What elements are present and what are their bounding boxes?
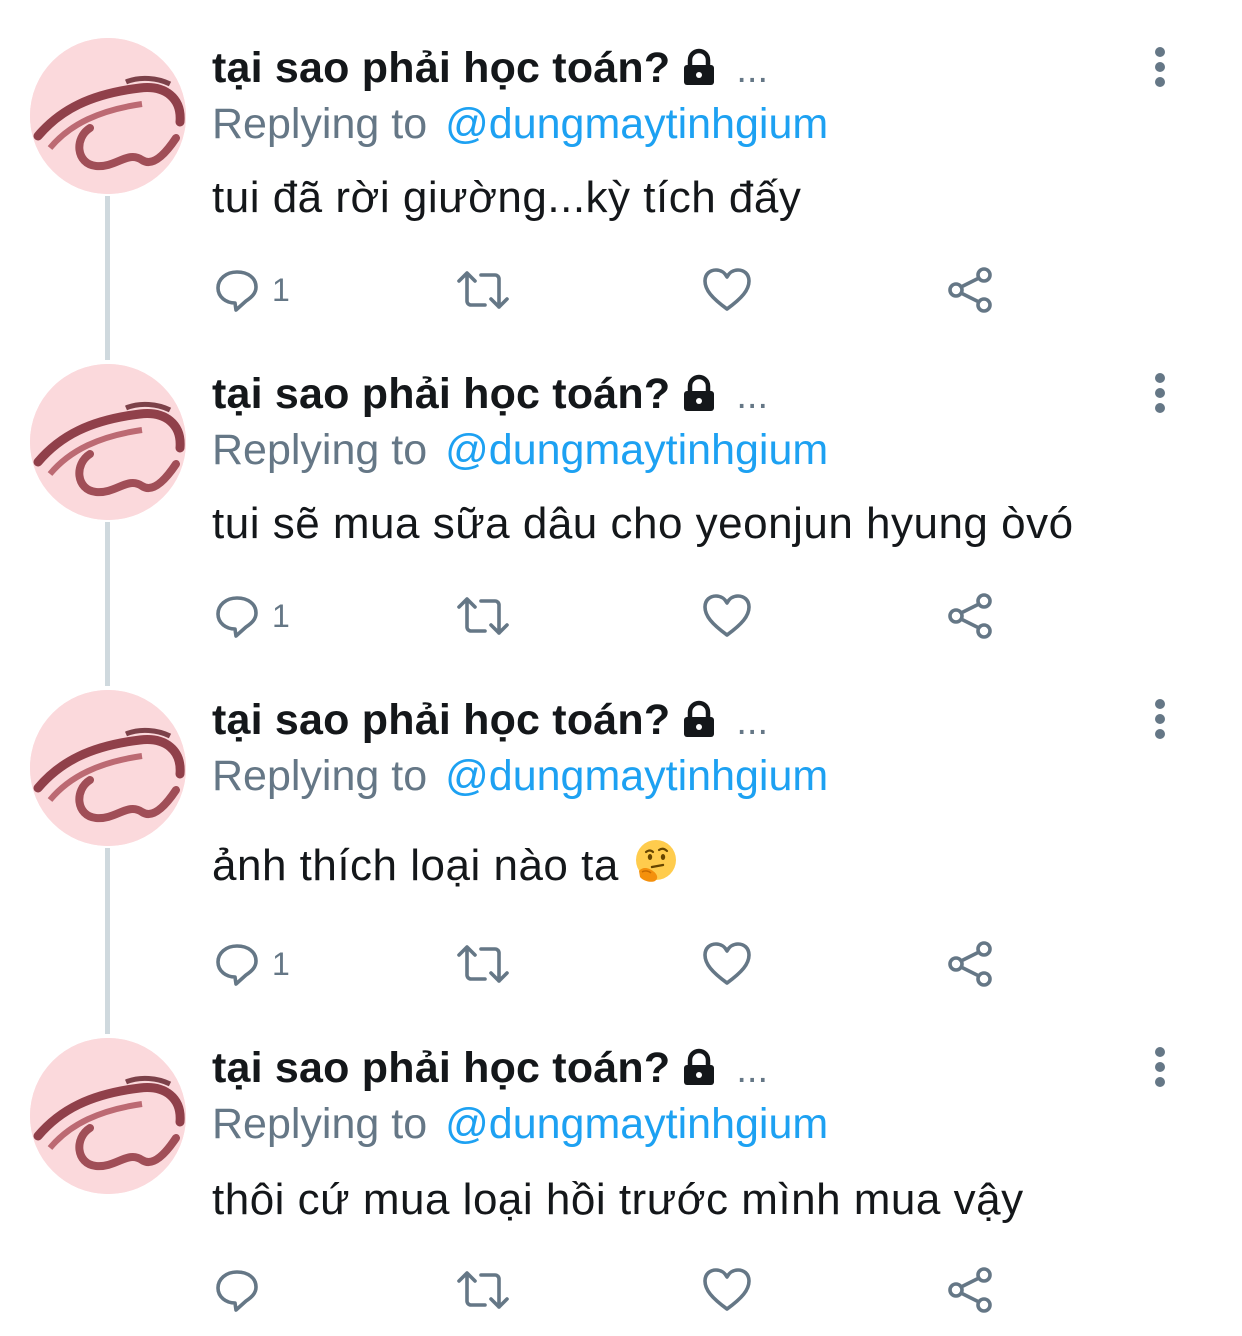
heart-icon	[702, 593, 752, 639]
tweet-text-content: tui sẽ mua sữa dâu cho yeonjun hyung òvó	[212, 499, 1074, 548]
retweet-icon	[455, 593, 511, 639]
like-button[interactable]	[702, 1262, 752, 1318]
lock-icon	[680, 1048, 718, 1088]
more-vertical-icon[interactable]	[1140, 1044, 1180, 1090]
replying-to-label: Replying to	[212, 99, 428, 148]
heart-icon	[702, 267, 752, 313]
avatar[interactable]	[30, 38, 186, 194]
share-button[interactable]	[946, 262, 994, 318]
reply-button[interactable]: 1	[214, 262, 290, 318]
retweet-button[interactable]	[455, 1262, 511, 1318]
retweet-button[interactable]	[455, 262, 511, 318]
tweet-actions	[0, 1262, 1242, 1318]
replying-to-label: Replying to	[212, 425, 428, 474]
handle-ellipsis: ...	[736, 374, 769, 417]
thinking-face-icon	[633, 838, 679, 895]
like-button[interactable]	[702, 936, 752, 992]
tweet[interactable]: tại sao phải học toán? ... Replying to @…	[0, 0, 1242, 326]
retweet-button[interactable]	[455, 588, 511, 644]
tweet-text: tui sẽ mua sữa dâu cho yeonjun hyung òvó	[212, 496, 1074, 552]
more-vertical-icon[interactable]	[1140, 44, 1180, 90]
tweet-text-content: ảnh thích loại nào ta	[212, 841, 619, 890]
tweet-text-content: thôi cứ mua loại hồi trước mình mua vậy	[212, 1175, 1024, 1224]
retweet-icon	[455, 941, 511, 987]
handle-ellipsis: ...	[736, 1048, 769, 1091]
avatar[interactable]	[30, 1038, 186, 1194]
replying-to: Replying to @dungmaytinhgium	[212, 98, 828, 150]
share-icon	[946, 1266, 994, 1314]
more-vertical-icon[interactable]	[1140, 370, 1180, 416]
reply-icon	[214, 593, 260, 639]
heart-icon	[702, 941, 752, 987]
reply-count: 1	[272, 271, 290, 308]
tweet-header: tại sao phải học toán? ...	[212, 692, 768, 748]
reply-count: 1	[272, 597, 290, 634]
retweet-icon	[455, 1267, 511, 1313]
more-vertical-icon[interactable]	[1140, 696, 1180, 742]
share-button[interactable]	[946, 1262, 994, 1318]
reply-count: 1	[272, 945, 290, 982]
author-name[interactable]: tại sao phải học toán?	[212, 370, 670, 419]
replying-to-handle[interactable]: @dungmaytinhgium	[445, 752, 828, 801]
reply-button[interactable]: 1	[214, 936, 290, 992]
reply-icon	[214, 1267, 260, 1313]
tweet[interactable]: tại sao phải học toán? ... Replying to @…	[0, 326, 1242, 652]
share-button[interactable]	[946, 936, 994, 992]
replying-to-handle[interactable]: @dungmaytinhgium	[445, 1100, 828, 1149]
share-icon	[946, 592, 994, 640]
avatar[interactable]	[30, 364, 186, 520]
lock-icon	[680, 48, 718, 88]
share-icon	[946, 940, 994, 988]
tweet-text: tui đã rời giường...kỳ tích đấy	[212, 170, 801, 226]
author-name[interactable]: tại sao phải học toán?	[212, 696, 670, 745]
share-button[interactable]	[946, 588, 994, 644]
lock-icon	[680, 374, 718, 414]
reply-button[interactable]: 1	[214, 588, 290, 644]
handle-ellipsis: ...	[736, 700, 769, 743]
tweet-text: thôi cứ mua loại hồi trước mình mua vậy	[212, 1172, 1024, 1228]
retweet-icon	[455, 267, 511, 313]
tweet-text: ảnh thích loại nào ta	[212, 838, 679, 894]
lock-icon	[680, 700, 718, 740]
replying-to: Replying to @dungmaytinhgium	[212, 750, 828, 802]
tweet[interactable]: tại sao phải học toán? ... Replying to @…	[0, 1000, 1242, 1326]
like-button[interactable]	[702, 262, 752, 318]
share-icon	[946, 266, 994, 314]
tweet-header: tại sao phải học toán? ...	[212, 366, 768, 422]
replying-to: Replying to @dungmaytinhgium	[212, 1098, 828, 1150]
reply-icon	[214, 267, 260, 313]
heart-icon	[702, 1267, 752, 1313]
replying-to-label: Replying to	[212, 1099, 428, 1148]
tweet-actions: 1	[0, 262, 1242, 318]
tweet-text-content: tui đã rời giường...kỳ tích đấy	[212, 173, 802, 222]
author-name[interactable]: tại sao phải học toán?	[212, 1044, 670, 1093]
reply-button[interactable]	[214, 1262, 272, 1318]
tweet-header: tại sao phải học toán? ...	[212, 1040, 768, 1096]
handle-ellipsis: ...	[736, 48, 769, 91]
tweet-header: tại sao phải học toán? ...	[212, 40, 768, 96]
author-name[interactable]: tại sao phải học toán?	[212, 44, 670, 93]
replying-to-handle[interactable]: @dungmaytinhgium	[445, 426, 828, 475]
replying-to-handle[interactable]: @dungmaytinhgium	[445, 100, 828, 149]
like-button[interactable]	[702, 588, 752, 644]
reply-icon	[214, 941, 260, 987]
retweet-button[interactable]	[455, 936, 511, 992]
replying-to-label: Replying to	[212, 751, 428, 800]
replying-to: Replying to @dungmaytinhgium	[212, 424, 828, 476]
avatar[interactable]	[30, 690, 186, 846]
tweet[interactable]: tại sao phải học toán? ... Replying to @…	[0, 652, 1242, 987]
tweet-actions: 1	[0, 588, 1242, 644]
tweet-actions: 1	[0, 936, 1242, 992]
